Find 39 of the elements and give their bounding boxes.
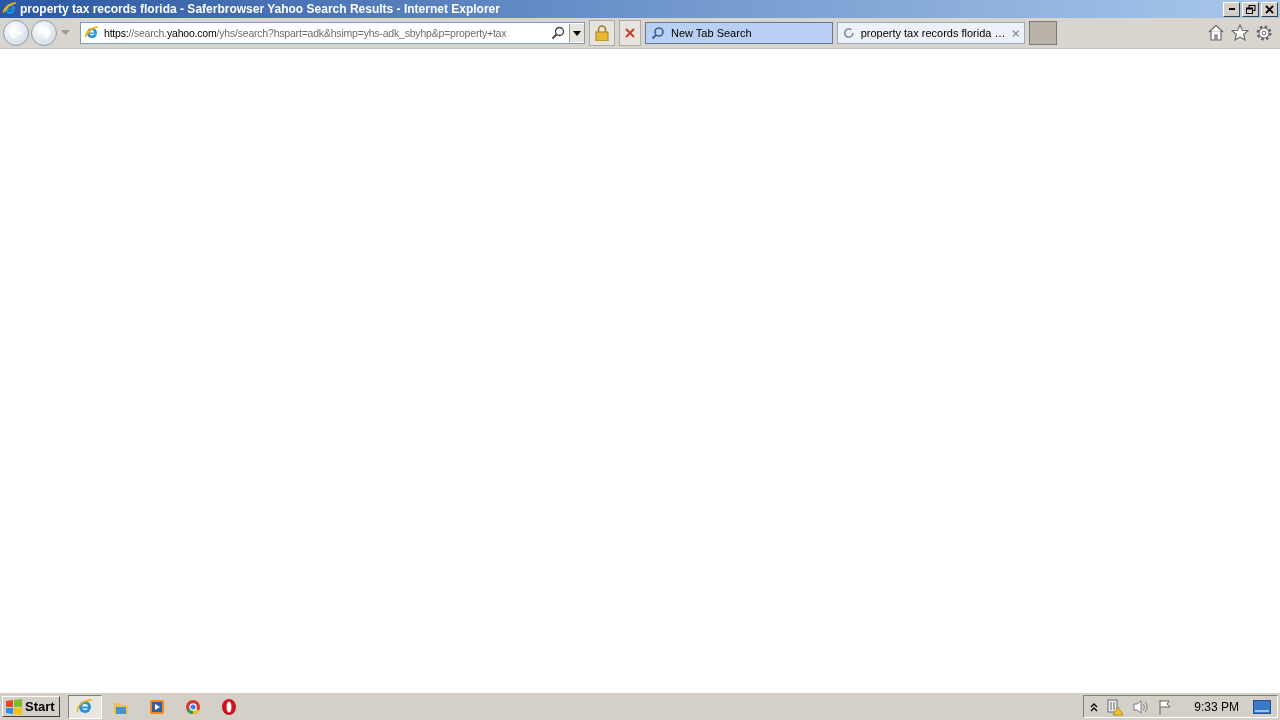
forward-button[interactable] [31,20,57,46]
browser-icon [2,1,18,17]
chevron-up-icon[interactable] [1090,701,1099,712]
show-desktop-icon[interactable] [1253,699,1271,714]
settings-icon[interactable] [1255,24,1273,42]
back-button[interactable] [3,20,29,46]
window-title: property tax records florida - Saferbrowser Yahoo Search Results - Internet Explorer [20,2,501,16]
close-icon[interactable] [1011,28,1019,38]
browser-tab[interactable]: property tax records florida … [837,22,1025,44]
speaker-icon[interactable] [1132,698,1151,715]
forward-arrow-icon [37,27,51,39]
close-button[interactable] [1261,1,1278,17]
network-warning-icon[interactable] [1106,697,1125,716]
clock: 9:33 PM [1194,699,1239,714]
close-icon [1264,4,1275,14]
lock-button[interactable] [589,20,615,46]
search-icon [651,26,665,40]
home-icon[interactable] [1207,24,1225,41]
restore-button[interactable] [1242,1,1259,17]
caret-icon [573,30,581,36]
star-icon[interactable] [1231,24,1249,41]
back-arrow-icon [9,27,23,39]
address-url: https://search.yahoo.com/yhs/search?hspart=adk&hsimp=yhs-adk_sbyhp&p=property+tax [104,27,508,39]
lock-icon [595,25,609,41]
loading-icon [843,26,855,40]
search-icon[interactable] [551,26,565,40]
dropdown-button[interactable] [569,24,584,42]
stop-button[interactable] [619,20,641,46]
new-tab-button[interactable] [1029,21,1057,45]
minimize-button[interactable] [1223,1,1240,17]
windows-logo-icon [5,698,23,715]
start-button[interactable]: Start [2,696,60,717]
browser-tab[interactable]: New Tab Search [645,22,833,44]
minimize-icon [1228,8,1235,10]
taskbar-app-button[interactable] [67,694,102,719]
close-icon [625,28,635,38]
browser-icon [84,25,100,41]
address-field[interactable]: https://search.yahoo.com/yhs/search?hspart=adk&hsimp=yhs-adk_sbyhp&p=property+tax [80,22,585,44]
restore-icon [1245,4,1256,14]
